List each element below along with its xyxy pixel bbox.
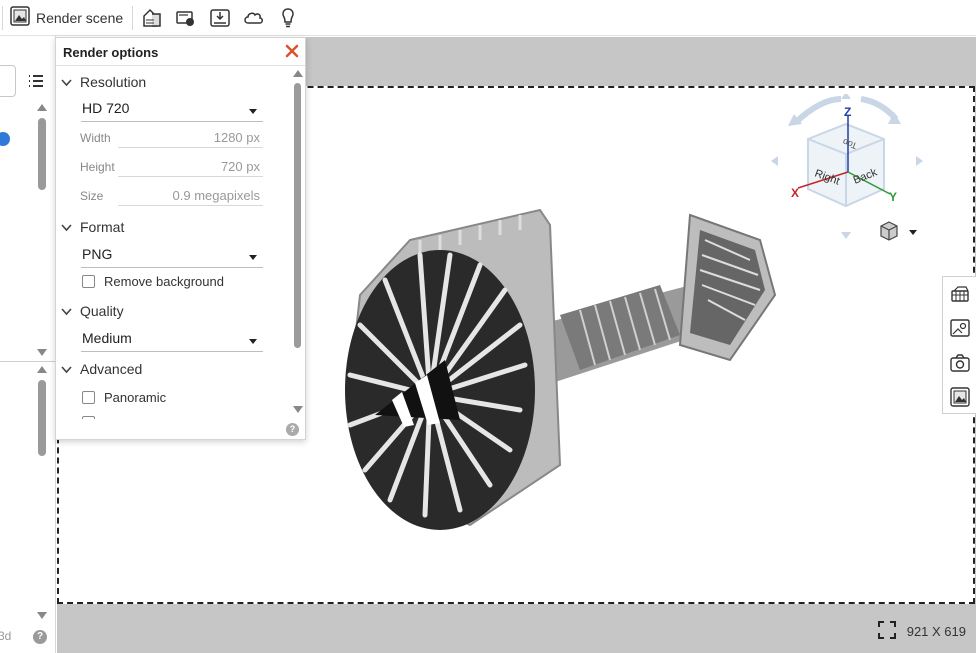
left-truncated-text: 3d [0,629,12,643]
height-row: Height 720 px [80,157,263,177]
import-environment-icon[interactable] [208,6,232,30]
panel-title: Render options [63,45,159,60]
resolution-preset-value: HD 720 [82,100,130,116]
remove-background-checkbox[interactable]: Remove background [82,274,224,289]
quality-value: Medium [82,330,132,346]
format-select[interactable]: PNG [81,244,263,268]
scroll-up-icon[interactable] [37,104,47,111]
list-view-icon[interactable] [27,72,45,90]
view-up-icon [841,94,851,99]
axis-x-label: X [791,186,799,200]
toolbar-separator [2,6,3,30]
checkbox-box[interactable] [82,391,95,404]
render-options-panel: Render options Resolution HD 720 Width 1… [55,37,306,440]
camera-icon[interactable] [949,352,971,374]
advanced-section-toggle[interactable]: Advanced [60,361,142,377]
render-scene-label: Render scene [36,10,124,26]
dropdown-caret-icon [249,339,257,344]
left-scrollbar[interactable] [38,380,46,456]
panoramic-label: Panoramic [104,390,167,405]
width-label: Width [80,131,111,145]
rotate-left-icon [793,96,842,125]
frame-size-readout: 921 X 619 [877,620,966,643]
lightbulb-icon[interactable] [276,6,300,30]
right-toolbar [942,276,976,414]
partial-checkbox[interactable] [82,416,95,419]
size-value: 0.9 megapixels [118,186,263,206]
height-field[interactable]: 720 px [118,157,263,177]
format-heading: Format [80,219,125,235]
quality-select[interactable]: Medium [81,328,263,352]
scroll-up-icon[interactable] [293,70,303,77]
resolution-heading: Resolution [80,74,147,90]
scroll-down-icon[interactable] [37,349,47,356]
fit-frame-icon[interactable] [877,620,897,643]
quality-section-toggle[interactable]: Quality [60,303,124,319]
toolbar: Render scene [0,0,976,36]
lighting-icon[interactable] [174,6,198,30]
format-section-toggle[interactable]: Format [60,219,124,235]
size-label: Size [80,189,104,203]
scroll-down-icon[interactable] [37,612,47,619]
width-field[interactable]: 1280 px [118,128,263,148]
left-panel: 3d ? [0,36,56,653]
advanced-heading: Advanced [80,361,143,377]
width-row: Width 1280 px [80,128,263,148]
environment-icon[interactable] [949,317,971,339]
scroll-down-icon[interactable] [293,406,303,413]
panoramic-checkbox[interactable]: Panoramic [82,390,166,405]
chevron-down-icon [61,223,72,231]
rotate-right-icon [860,96,899,122]
chevron-down-icon [61,78,72,86]
view-down-icon [841,232,851,239]
render-scene-icon [10,5,30,31]
view-mode-dropdown [880,221,917,241]
dropdown-caret-icon [249,109,257,114]
close-icon[interactable] [284,43,300,59]
info-icon[interactable] [0,132,10,146]
view-right-icon [916,156,923,166]
left-divider [0,361,56,362]
frame-size-text: 921 X 619 [906,624,966,639]
appearances-icon[interactable] [140,6,164,30]
panel-scrollbar[interactable] [294,83,301,348]
view-cube[interactable]: Z X Y Right Back Top [766,94,926,244]
height-label: Height [80,160,115,174]
size-row: Size 0.9 megapixels [80,186,263,206]
help-icon[interactable]: ? [286,423,299,436]
dropdown-caret-icon [249,255,257,260]
format-value: PNG [82,246,113,262]
scroll-up-icon[interactable] [37,366,47,373]
panel-divider [56,65,305,66]
cloud-icon[interactable] [242,6,266,30]
chevron-down-icon [61,365,72,373]
left-search-input[interactable] [0,65,16,97]
axis-y-label: Y [889,190,897,204]
chevron-down-icon [61,307,72,315]
render-studio-icon[interactable] [949,283,971,305]
resolution-preset-select[interactable]: HD 720 [81,98,263,122]
help-icon[interactable]: ? [33,630,47,644]
remove-background-label: Remove background [104,274,224,289]
toolbar-separator [132,6,133,30]
axis-z-label: Z [844,105,851,119]
render-scene-button[interactable]: Render scene [10,5,123,31]
render-icon[interactable] [949,386,971,408]
resolution-section-toggle[interactable]: Resolution [60,74,146,90]
jet-engine-model[interactable] [330,185,790,535]
left-scrollbar[interactable] [38,118,46,190]
checkbox-box[interactable] [82,275,95,288]
quality-heading: Quality [80,303,124,319]
view-left-icon [771,156,778,166]
